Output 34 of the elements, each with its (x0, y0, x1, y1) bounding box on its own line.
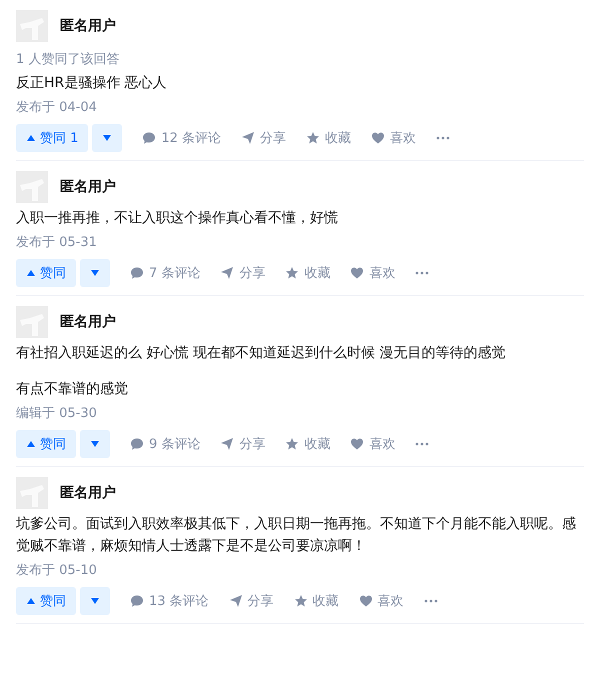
favorite-button[interactable]: 收藏 (285, 264, 330, 282)
author-name[interactable]: 匿名用户 (60, 484, 116, 502)
answer-text: 入职一推再推，不让入职这个操作真心看不懂，好慌 (16, 209, 339, 228)
share-button[interactable]: 分享 (220, 264, 266, 282)
vote-summary: 1 人赞同了该回答 (16, 51, 120, 68)
post-date: 发布于 05-10 (16, 562, 98, 579)
like-button[interactable]: 喜欢 (350, 264, 396, 282)
like-button[interactable]: 喜欢 (350, 435, 396, 453)
favorite-button[interactable]: 收藏 (306, 129, 352, 147)
share-button[interactable]: 分享 (228, 592, 274, 610)
favorite-button[interactable]: 收藏 (294, 592, 339, 610)
post-date: 发布于 05-31 (16, 234, 98, 251)
share-button[interactable]: 分享 (241, 129, 286, 147)
comment-button[interactable]: 7 条评论 (130, 264, 200, 282)
answer-text: 有点不靠谱的感觉 (16, 380, 129, 399)
comment-button[interactable]: 13 条评论 (130, 592, 209, 610)
upvote-button[interactable]: 赞同 (16, 430, 76, 458)
post-date: 发布于 04-04 (16, 99, 98, 116)
answer-text: 反正HR是骚操作 恶心人 (16, 74, 168, 93)
favorite-button[interactable]: 收藏 (285, 435, 330, 453)
comment-button[interactable]: 12 条评论 (142, 129, 222, 147)
answer-text: 有社招入职延迟的么 好心慌 现在都不知道延迟到什么时候 漫无目的等待的感觉 (16, 344, 506, 363)
author-name[interactable]: 匿名用户 (60, 313, 116, 331)
upvote-button[interactable]: 赞同 (16, 259, 76, 287)
answer-text: 坑爹公司。面试到入职效率极其低下，入职日期一拖再拖。不知道下个月能不能入职呢。感觉贼不靠谱，麻烦知情人士透露下是不是公司要凉凉啊！ (16, 515, 577, 556)
share-button[interactable]: 分享 (220, 435, 266, 453)
author-name[interactable]: 匿名用户 (60, 178, 116, 196)
upvote-button[interactable]: 赞同 1 (16, 124, 88, 152)
upvote-button[interactable]: 赞同 (16, 587, 76, 615)
like-button[interactable]: 喜欢 (371, 129, 416, 147)
like-button[interactable]: 喜欢 (358, 592, 404, 610)
author-name[interactable]: 匿名用户 (60, 17, 116, 35)
post-date: 编辑于 05-30 (16, 405, 98, 422)
comment-button[interactable]: 9 条评论 (130, 435, 200, 453)
